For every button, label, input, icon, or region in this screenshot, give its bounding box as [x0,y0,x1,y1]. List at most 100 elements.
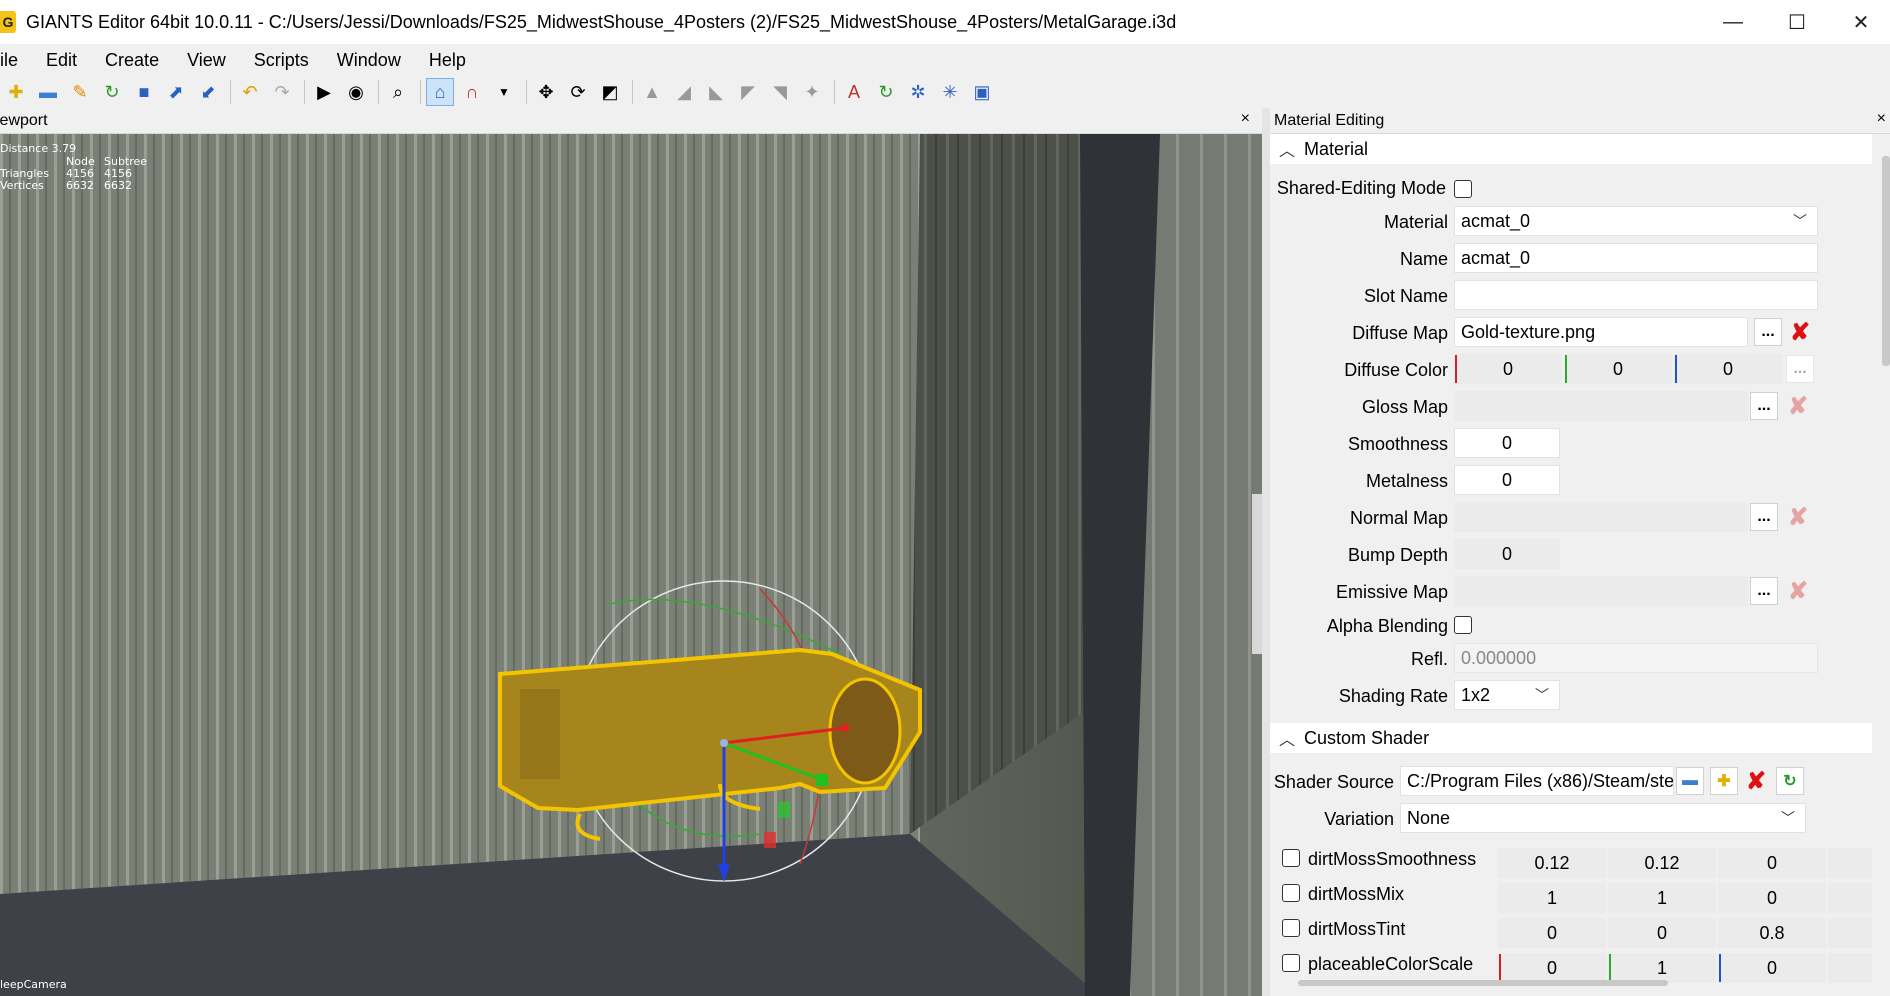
settings-icon[interactable]: ✲ [904,78,932,106]
param-checkbox-dirtmosstint[interactable] [1282,919,1300,937]
param-value[interactable]: 0 [1608,918,1716,948]
param-value[interactable]: 0.12 [1608,848,1716,878]
scale-icon[interactable]: ◩ [596,78,624,106]
menu-help[interactable]: Help [415,50,480,71]
edit-file-icon[interactable]: ✎ [66,78,94,106]
maximize-button[interactable]: ☐ [1768,0,1826,44]
menu-create[interactable]: Create [91,50,173,71]
param-value-extra[interactable] [1828,883,1872,913]
refl-input[interactable]: 0.000000 [1454,643,1818,673]
normal-map-input[interactable] [1454,502,1748,532]
param-value[interactable]: 0 [1718,883,1826,913]
gloss-map-input[interactable] [1454,391,1748,421]
terrain-tool-1-icon[interactable]: ▲ [638,78,666,106]
menu-scripts[interactable]: Scripts [240,50,323,71]
shader-clear-icon[interactable]: ✘ [1742,767,1770,795]
smoothness-input[interactable]: 0 [1454,428,1560,458]
terrain-tool-5-icon[interactable]: ◥ [766,78,794,106]
name-input[interactable]: acmat_0 [1454,243,1818,273]
param-value[interactable]: 0.12 [1498,848,1606,878]
custom-shader-section-header[interactable]: ︿ Custom Shader [1270,723,1872,753]
normal-map-browse-button[interactable]: ... [1750,503,1778,531]
redo-icon[interactable]: ↷ [268,78,296,106]
terrain-tool-6-icon[interactable]: ✦ [798,78,826,106]
search-icon[interactable]: ⌕ [384,78,412,106]
rotate-icon[interactable]: ⟳ [564,78,592,106]
variation-dropdown[interactable]: None ﹀ [1400,803,1806,833]
slot-name-input[interactable] [1454,280,1818,310]
new-file-icon[interactable]: ✚ [2,78,30,106]
panel-splitter[interactable] [1262,108,1270,996]
text-tool-icon[interactable]: A [840,78,868,106]
move-icon[interactable]: ✥ [532,78,560,106]
export-icon[interactable]: ⬈ [162,78,190,106]
param-checkbox-dirtmossmix[interactable] [1282,884,1300,902]
folder-icon[interactable]: ▬ [1676,767,1704,795]
terrain-tool-3-icon[interactable]: ◣ [702,78,730,106]
alpha-blending-checkbox[interactable] [1454,616,1472,634]
gloss-map-clear-icon[interactable]: ✘ [1784,392,1812,420]
diffuse-map-clear-icon[interactable]: ✘ [1786,318,1814,346]
undo-icon[interactable]: ↶ [236,78,264,106]
param-value[interactable]: 1 [1608,883,1716,913]
panel-horizontal-scrollbar[interactable] [1298,980,1668,986]
param-value-extra[interactable] [1828,848,1872,878]
magnet-icon[interactable]: ∩ [458,78,486,106]
param-value-extra[interactable] [1828,918,1872,948]
diffuse-color-g-input[interactable]: 0 [1564,354,1672,384]
import-icon[interactable]: ⬋ [194,78,222,106]
shader-source-input[interactable]: C:/Program Files (x86)/Steam/steama [1400,766,1674,796]
home-icon[interactable]: ⌂ [426,78,454,106]
param-value[interactable]: 0 [1718,848,1826,878]
play-icon[interactable]: ▶ [310,78,338,106]
material-dropdown[interactable]: acmat_0 ﹀ [1454,206,1818,236]
emissive-map-clear-icon[interactable]: ✘ [1784,577,1812,605]
open-folder-icon[interactable]: ▬ [34,78,62,106]
diffuse-map-browse-button[interactable]: ... [1754,318,1782,346]
diffuse-map-input[interactable]: Gold-texture.png [1454,317,1748,347]
toolbar-separator [378,80,380,104]
diffuse-color-picker-button[interactable]: ... [1786,355,1814,383]
emissive-map-browse-button[interactable]: ... [1750,577,1778,605]
diffuse-color-b-input[interactable]: 0 [1674,354,1782,384]
menu-view[interactable]: View [173,50,240,71]
cube-icon[interactable]: ▣ [968,78,996,106]
terrain-tool-4-icon[interactable]: ◤ [734,78,762,106]
diffuse-color-r-input[interactable]: 0 [1454,354,1562,384]
menu-file[interactable]: ile [0,50,32,71]
param-value[interactable]: 0.8 [1718,918,1826,948]
terrain-tool-2-icon[interactable]: ◢ [670,78,698,106]
close-window-button[interactable]: ✕ [1832,0,1890,44]
material-section-header[interactable]: ︿ Material [1270,134,1872,164]
panel-close-button[interactable]: × [1877,110,1886,128]
reload-icon[interactable]: ↻ [1776,767,1804,795]
save-icon[interactable]: ■ [130,78,158,106]
menu-edit[interactable]: Edit [32,50,91,71]
param-checkbox-dirtmosssmoothness[interactable] [1282,849,1300,867]
shared-editing-checkbox[interactable] [1454,180,1472,198]
menu-window[interactable]: Window [323,50,415,71]
param-value[interactable]: 0 [1498,918,1606,948]
reload-icon[interactable]: ↻ [98,78,126,106]
viewport-close-button[interactable]: × [1241,110,1250,128]
bump-depth-input[interactable]: 0 [1454,539,1560,569]
gloss-map-browse-button[interactable]: ... [1750,392,1778,420]
param-value[interactable]: 0 [1498,953,1606,983]
emissive-map-input[interactable] [1454,576,1748,606]
settings-2-icon[interactable]: ✳ [936,78,964,106]
param-value[interactable]: 1 [1608,953,1716,983]
shading-rate-dropdown[interactable]: 1x2 ﹀ [1454,680,1560,710]
dropdown-arrow-icon[interactable]: ▼ [490,78,518,106]
eye-icon[interactable]: ◉ [342,78,370,106]
metalness-input[interactable]: 0 [1454,465,1560,495]
param-value-extra[interactable] [1828,953,1872,983]
normal-map-clear-icon[interactable]: ✘ [1784,503,1812,531]
new-file-icon[interactable]: ✚ [1710,767,1738,795]
refresh-icon[interactable]: ↻ [872,78,900,106]
param-checkbox-placeablecolorscale[interactable] [1282,954,1300,972]
param-value[interactable]: 1 [1498,883,1606,913]
minimize-button[interactable]: — [1704,0,1762,44]
param-value[interactable]: 0 [1718,953,1826,983]
3d-viewport[interactable]: Distance 3.79 Node Subtree Triangles 415… [0,134,1262,996]
panel-vertical-scrollbar[interactable] [1882,156,1890,366]
